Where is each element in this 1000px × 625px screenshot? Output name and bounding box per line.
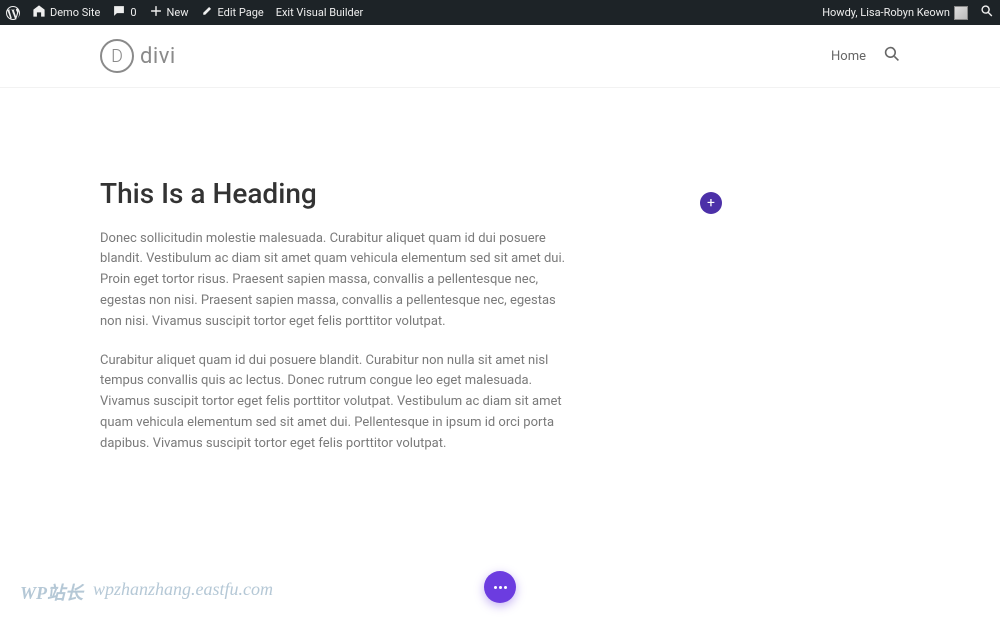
header-search[interactable]: [884, 46, 900, 66]
site-header: D divi Home: [0, 25, 1000, 87]
wordpress-icon: [6, 6, 20, 20]
comment-icon: [112, 4, 126, 21]
primary-nav: Home: [831, 46, 900, 66]
exit-builder-link[interactable]: Exit Visual Builder: [276, 6, 364, 19]
page-content: This Is a Heading Donec sollicitudin mol…: [0, 87, 1000, 455]
comments-count: 0: [130, 6, 136, 19]
search-icon: [980, 4, 994, 21]
page-settings-fab[interactable]: [484, 571, 516, 603]
site-name: Demo Site: [50, 6, 100, 19]
watermark-text-2: wpzhanzhang.eastfu.com: [93, 579, 273, 605]
comments-menu[interactable]: 0: [112, 4, 136, 21]
wp-logo-menu[interactable]: [6, 6, 20, 20]
pencil-icon: [200, 5, 213, 21]
admin-bar-left: Demo Site 0 New Edit Page Exit Visual Bu…: [6, 4, 363, 21]
site-logo[interactable]: D divi: [100, 39, 176, 73]
logo-mark: D: [100, 39, 134, 73]
paragraph-1: Donec sollicitudin molestie malesuada. C…: [100, 229, 572, 333]
page-heading: This Is a Heading: [100, 177, 572, 211]
watermark: WP站长 wpzhanzhang.eastfu.com: [20, 579, 273, 605]
site-name-menu[interactable]: Demo Site: [32, 4, 100, 21]
home-icon: [32, 4, 46, 21]
admin-bar-right: Howdy, Lisa-Robyn Keown: [822, 4, 994, 21]
add-section-button[interactable]: +: [700, 192, 722, 214]
edit-page-link[interactable]: Edit Page: [200, 5, 263, 21]
admin-search[interactable]: [980, 4, 994, 21]
edit-page-label: Edit Page: [217, 6, 263, 19]
new-label: New: [167, 6, 189, 19]
dots-icon: [494, 586, 507, 589]
plus-icon: +: [707, 196, 715, 210]
logo-text: divi: [140, 44, 176, 69]
paragraph-2: Curabitur aliquet quam id dui posuere bl…: [100, 351, 572, 455]
new-content-menu[interactable]: New: [149, 4, 189, 21]
wp-admin-bar: Demo Site 0 New Edit Page Exit Visual Bu…: [0, 0, 1000, 25]
user-account-menu[interactable]: Howdy, Lisa-Robyn Keown: [822, 6, 968, 20]
greeting-text: Howdy, Lisa-Robyn Keown: [822, 6, 950, 19]
watermark-text-1: WP站长: [20, 579, 83, 605]
text-module[interactable]: This Is a Heading Donec sollicitudin mol…: [100, 177, 572, 455]
avatar: [954, 6, 968, 20]
plus-icon: [149, 4, 163, 21]
nav-home[interactable]: Home: [831, 49, 866, 64]
exit-builder-label: Exit Visual Builder: [276, 6, 364, 19]
